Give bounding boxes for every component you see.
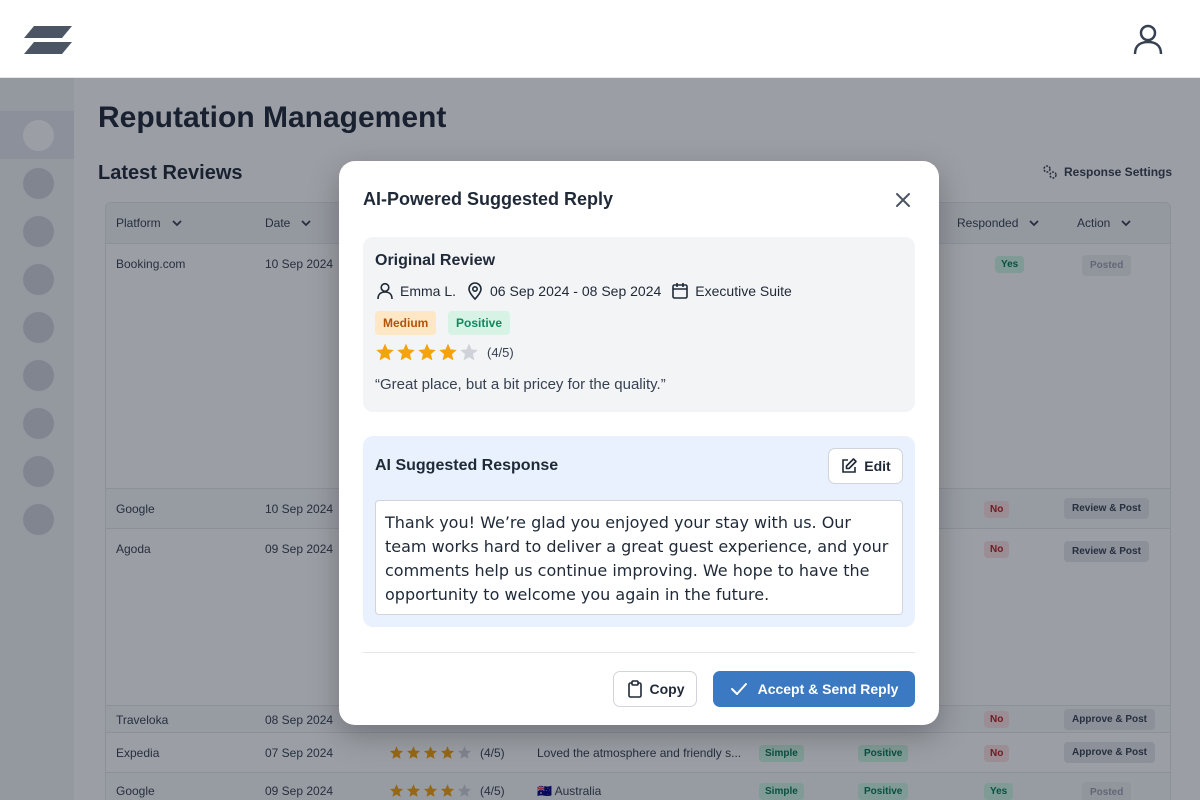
accept-send-reply-label: Accept & Send Reply [757,681,899,697]
accept-send-reply-button[interactable]: Accept & Send Reply [713,671,915,707]
dates-meta: 06 Sep 2024 - 08 Sep 2024 [465,281,661,301]
original-review-panel: Original Review Emma L. 06 Sep 2024 - 08… [363,237,915,412]
complexity-tag: Medium [375,311,437,335]
guest-meta: Emma L. [375,281,456,301]
star-empty-icon [460,343,478,361]
user-icon [377,282,393,300]
logo [24,26,72,54]
star-icon [376,343,394,361]
close-icon[interactable] [893,190,913,210]
review-quote: “Great place, but a bit pricey for the q… [375,376,666,393]
sentiment-tag: Positive [448,311,511,335]
stay-dates: 06 Sep 2024 - 08 Sep 2024 [490,283,662,299]
check-icon [730,683,747,695]
star-rating: (4/5) [375,342,514,362]
user-icon[interactable] [1130,22,1166,58]
room-meta: Executive Suite [670,281,792,301]
guest-name: Emma L. [400,283,457,299]
suggested-reply-modal: AI-Powered Suggested Reply Original Revi… [339,161,939,725]
modal-title: AI-Powered Suggested Reply [363,189,614,209]
star-icon [439,343,457,361]
ai-response-panel: AI Suggested Response Edit Thank you! We… [363,436,915,627]
copy-label: Copy [649,681,685,697]
review-meta: Emma L. 06 Sep 2024 - 08 Sep 2024 Execut… [375,281,801,301]
star-icon [397,343,415,361]
calendar-icon [672,283,689,299]
edit-icon [842,458,858,473]
top-bar [0,0,1200,78]
footer-divider [363,652,915,653]
ai-response-textarea[interactable]: Thank you! We’re glad you enjoyed your s… [375,500,903,615]
copy-button[interactable]: Copy [613,671,697,707]
edit-label: Edit [864,458,891,474]
original-review-title: Original Review [375,252,496,269]
room-type: Executive Suite [695,283,792,299]
edit-button[interactable]: Edit [828,448,903,484]
clipboard-icon [627,680,642,698]
rating-text: (4/5) [487,344,514,360]
location-pin-icon [468,282,482,301]
ai-response-title: AI Suggested Response [375,457,559,474]
star-icon [418,343,436,361]
